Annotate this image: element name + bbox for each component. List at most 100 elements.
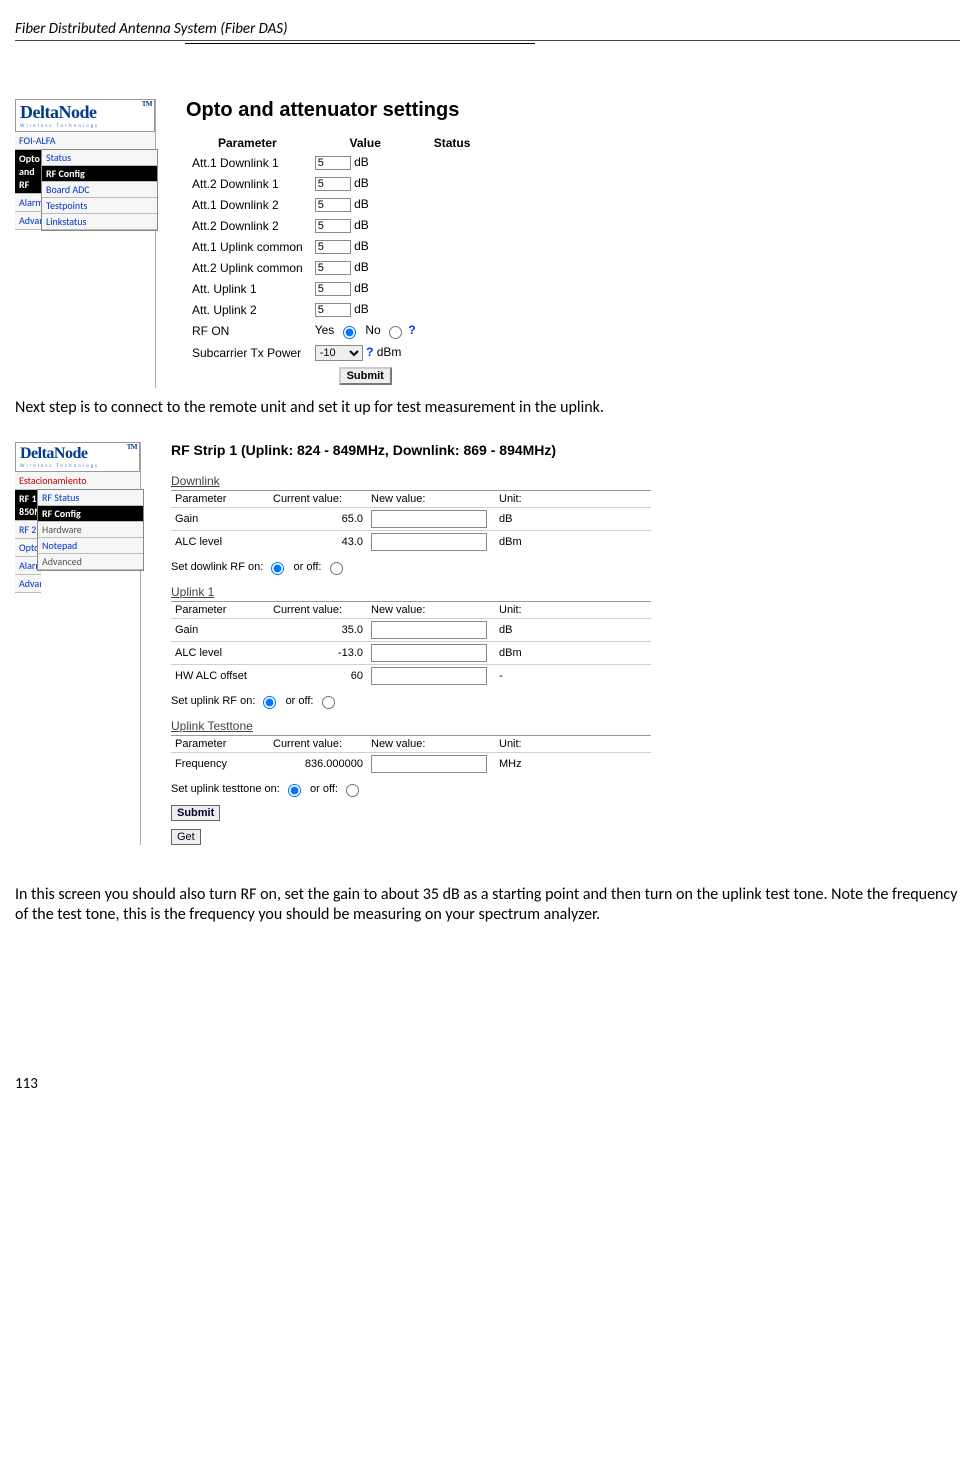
logo-tm: TM [142, 100, 152, 108]
subnav-testpoints[interactable]: Testpoints [42, 198, 157, 214]
ul-hwalc-label: HW ALC offset [171, 665, 269, 688]
submit-button[interactable]: Submit [339, 367, 392, 385]
nav-advanced[interactable]: Advanced [15, 575, 41, 593]
nav-foi-alfa[interactable]: FOI-ALFA [15, 132, 155, 150]
att1-ul-common-input[interactable] [315, 240, 351, 254]
col-new: New value: [367, 602, 495, 619]
unit: dB [354, 281, 369, 295]
ul-alc-value: -13.0 [269, 642, 367, 665]
ul-gain-input[interactable] [371, 621, 487, 639]
nav-estacionamiento[interactable]: Estacionamiento [15, 472, 140, 490]
subnav-notepad[interactable]: Notepad [38, 538, 143, 554]
tt-on-radio[interactable] [288, 784, 301, 797]
opto-param: Att.1 Uplink common [186, 236, 309, 257]
rfon-yes-radio[interactable] [343, 326, 356, 339]
subnav-hardware[interactable]: Hardware [38, 522, 143, 538]
paragraph-2: In this screen you should also turn RF o… [15, 885, 960, 925]
get-button[interactable]: Get [171, 829, 201, 845]
dl-alc-value: 43.0 [269, 531, 367, 554]
opto-row: Att. Uplink 2 dB [186, 299, 482, 320]
help-icon[interactable]: ? [408, 323, 415, 337]
col-value: Value [309, 134, 422, 152]
att-ul2-input[interactable] [315, 303, 351, 317]
opto-row: Att.1 Downlink 1 dB [186, 152, 482, 173]
tt-radio-line: Set uplink testtone on: or off: [171, 781, 960, 797]
dl-alc-input[interactable] [371, 533, 487, 551]
dl-gain-value: 65.0 [269, 508, 367, 531]
col-new: New value: [367, 491, 495, 508]
ul-rf-off-label: or off: [286, 695, 314, 707]
unit: dB [354, 176, 369, 190]
unit: dBm [495, 642, 651, 665]
section-downlink: Downlink [171, 474, 960, 488]
unit: dB [354, 239, 369, 253]
unit: dB [354, 155, 369, 169]
att1-dl1-input[interactable] [315, 156, 351, 170]
col-parameter: Parameter [186, 134, 309, 152]
tt-freq-value: 836.000000 [269, 753, 367, 776]
tt-off-radio[interactable] [346, 784, 359, 797]
subnav-board-adc[interactable]: Board ADC [42, 182, 157, 198]
col-unit: Unit: [495, 602, 651, 619]
ul-rf-off-radio[interactable] [322, 696, 335, 709]
opto-row: Att. Uplink 1 dB [186, 278, 482, 299]
opto-param: Att.2 Downlink 2 [186, 215, 309, 236]
unit: - [495, 665, 651, 688]
figure-rfstrip: DeltaNodeTM Wireless Technology Estacion… [15, 442, 960, 845]
rfon-no-radio[interactable] [389, 326, 402, 339]
ul-gain-label: Gain [171, 619, 269, 642]
dl-rf-on-radio[interactable] [271, 562, 284, 575]
subnav-linkstatus[interactable]: Linkstatus [42, 214, 157, 230]
logo-tm: TM [127, 443, 137, 451]
opto-row: Att.2 Downlink 1 dB [186, 173, 482, 194]
ul-gain-value: 35.0 [269, 619, 367, 642]
subnav-rf-config[interactable]: RF Config [42, 166, 157, 182]
help-icon[interactable]: ? [366, 345, 373, 359]
col-status: Status [422, 134, 483, 152]
subnav-rf-config[interactable]: RF Config [38, 506, 143, 522]
opto-param: Att.1 Downlink 2 [186, 194, 309, 215]
ul-alc-input[interactable] [371, 644, 487, 662]
ul-alc-label: ALC level [171, 642, 269, 665]
dl-rf-radio-line: Set dowlink RF on: or off: [171, 559, 960, 575]
opto-row-rfon: RF ON Yes No ? [186, 320, 482, 342]
subnav-2: RF Status RF Config Hardware Notepad Adv… [37, 489, 144, 571]
nav-sidebar-2: DeltaNodeTM Wireless Technology Estacion… [15, 442, 141, 845]
unit: dB [354, 197, 369, 211]
col-unit: Unit: [495, 736, 651, 753]
tt-freq-input[interactable] [371, 755, 487, 773]
unit: dB [354, 302, 369, 316]
dl-gain-input[interactable] [371, 510, 487, 528]
submit-button[interactable]: Submit [171, 805, 220, 821]
ul-rf-on-radio[interactable] [263, 696, 276, 709]
opto-panel: Opto and attenuator settings Parameter V… [186, 99, 960, 388]
dl-rf-off-label: or off: [294, 561, 322, 573]
section-testtone: Uplink Testtone [171, 719, 960, 733]
opto-row-subcarrier: Subcarrier Tx Power -10 ? dBm [186, 342, 482, 364]
subnav-status[interactable]: Status [42, 150, 157, 166]
rfstrip-panel: RF Strip 1 (Uplink: 824 - 849MHz, Downli… [171, 442, 960, 845]
subcarrier-label: Subcarrier Tx Power [186, 342, 309, 364]
dl-rf-off-radio[interactable] [330, 562, 343, 575]
subnav-advanced[interactable]: Advanced [38, 554, 143, 570]
ul-hwalc-input[interactable] [371, 667, 487, 685]
col-param: Parameter [171, 602, 269, 619]
att-ul1-input[interactable] [315, 282, 351, 296]
att1-dl2-input[interactable] [315, 198, 351, 212]
rfstrip-title: RF Strip 1 (Uplink: 824 - 849MHz, Downli… [171, 442, 960, 458]
att2-dl2-input[interactable] [315, 219, 351, 233]
att2-ul-common-input[interactable] [315, 261, 351, 275]
col-current: Current value: [269, 602, 367, 619]
doc-header: Fiber Distributed Antenna System (Fiber … [15, 20, 960, 41]
subnav-rf-status[interactable]: RF Status [38, 490, 143, 506]
opto-param: Att. Uplink 2 [186, 299, 309, 320]
rfon-label: RF ON [186, 320, 309, 342]
unit: dBm [377, 345, 402, 359]
opto-param: Att.1 Downlink 1 [186, 152, 309, 173]
subcarrier-select[interactable]: -10 [315, 345, 363, 361]
logo-sub: Wireless Technology [20, 463, 135, 469]
page-number: 113 [15, 1075, 960, 1093]
col-unit: Unit: [495, 491, 651, 508]
att2-dl1-input[interactable] [315, 177, 351, 191]
unit: dB [495, 508, 651, 531]
